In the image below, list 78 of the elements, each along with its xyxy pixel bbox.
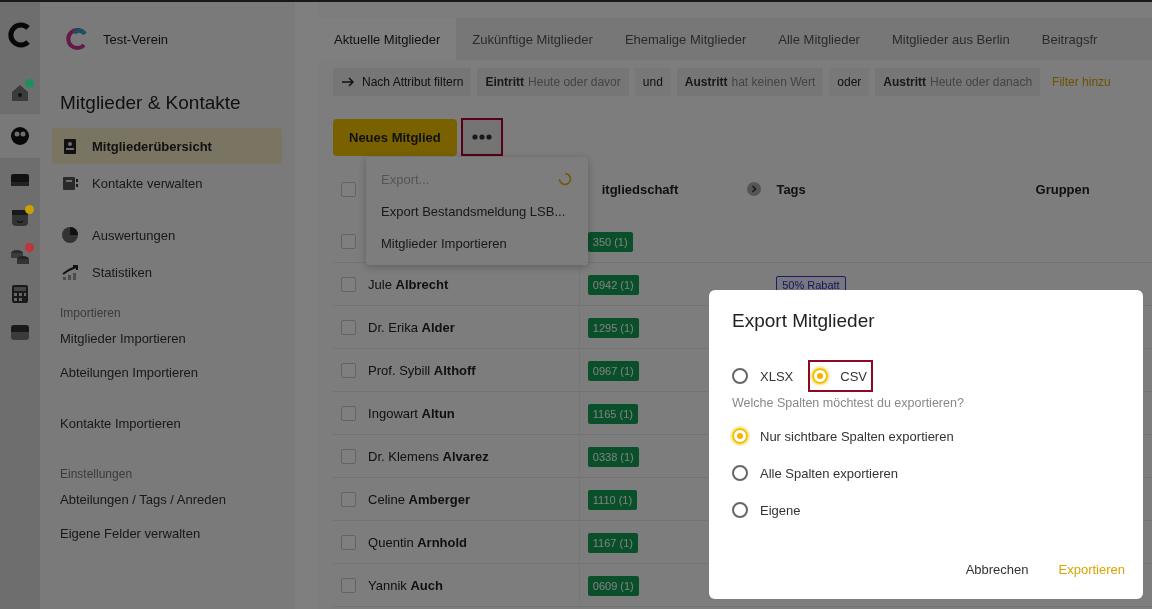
column-header: Tags	[776, 181, 807, 197]
member-name[interactable]: Celine Amberger	[368, 491, 470, 507]
membership-badge: 1167 (1)	[587, 532, 638, 553]
member-name[interactable]: Prof. Sybill Althoff	[368, 362, 476, 378]
filter-operator[interactable]: oder	[829, 68, 870, 96]
checkbox[interactable]	[341, 491, 357, 507]
member-name[interactable]: Jule Albrecht	[368, 276, 449, 292]
checkbox[interactable]	[341, 181, 357, 197]
membership-badge: 1110 (1)	[587, 489, 638, 510]
column-option-radio[interactable]: Alle Spalten exportieren	[730, 457, 1121, 489]
column-option-radio[interactable]: Nur sichtbare Spalten exportieren	[730, 420, 1121, 452]
membership-badge: 0609 (1)	[587, 575, 639, 596]
checkbox[interactable]	[341, 405, 357, 421]
filter-operator[interactable]: und	[634, 68, 671, 96]
member-name[interactable]: Yannik Auch	[368, 577, 443, 593]
membership-badge: 1165 (1)	[587, 403, 638, 424]
club-logo-icon	[65, 27, 89, 51]
format-radio[interactable]: CSV	[808, 360, 873, 392]
calculator-icon	[9, 283, 31, 305]
address-book-icon	[61, 174, 79, 192]
nav-item[interactable]: Auswertungen	[52, 217, 282, 253]
sidebar-link[interactable]: Abteilungen Importieren	[60, 365, 282, 380]
membership-badge: 1295 (1)	[587, 317, 639, 338]
membership-badge: 0967 (1)	[587, 360, 639, 381]
membership-badge: 0942 (1)	[587, 274, 639, 295]
sidebar-link[interactable]: Abteilungen / Tags / Anreden	[60, 492, 282, 507]
chevron-right-icon	[747, 182, 762, 196]
export-button[interactable]: Exportieren	[1050, 556, 1133, 583]
more-icon	[471, 134, 492, 140]
tab[interactable]: Beitragsfr	[1025, 18, 1114, 60]
checkbox[interactable]	[341, 233, 357, 249]
member-name[interactable]: Quentin Arnhold	[368, 534, 468, 550]
checkbox[interactable]	[341, 448, 357, 464]
nav-item[interactable]: Statistiken	[52, 254, 282, 290]
member-name[interactable]: Dr. Klemens Alvarez	[368, 448, 489, 464]
tab[interactable]: Aktuelle Mitglieder	[318, 18, 457, 60]
sidebar-link[interactable]: Eigene Felder verwalten	[60, 526, 282, 541]
member-name[interactable]: Dr. Erika Alder	[368, 319, 455, 335]
checkbox[interactable]	[341, 534, 357, 550]
column-header: itgliedschaft	[600, 181, 680, 197]
tab[interactable]: Ehemalige Mitglieder	[608, 18, 763, 60]
pie-chart-icon	[61, 226, 79, 244]
id-card-icon	[61, 137, 79, 155]
format-radio[interactable]: XLSX	[730, 360, 799, 392]
column-header: Gruppen	[1035, 181, 1091, 197]
section-title: Mitglieder & Kontakte	[60, 92, 242, 114]
cancel-button[interactable]: Abbrechen	[957, 556, 1037, 583]
filter-button[interactable]: Nach Attribut filtern	[333, 68, 472, 96]
spinner-icon	[558, 172, 572, 186]
dialog-question: Welche Spalten möchtest du exportieren?	[732, 396, 965, 410]
club-name: Test-Verein	[103, 31, 169, 47]
new-member-button[interactable]: Neues Mitglied	[333, 118, 457, 156]
checkbox[interactable]	[341, 577, 357, 593]
menu-item[interactable]: Mitglieder Importieren	[366, 227, 588, 259]
section-heading: Einstellungen	[59, 467, 134, 481]
dialog-title: Export Mitglieder	[732, 310, 876, 332]
people-icon	[9, 125, 31, 147]
trend-chart-icon	[61, 263, 79, 281]
membership-badge: 350 (1)	[587, 231, 633, 252]
sidebar-link[interactable]: Mitglieder Importieren	[60, 331, 282, 346]
membership-badge: 0338 (1)	[587, 446, 639, 467]
column-option-radio[interactable]: Eigene	[730, 494, 1121, 526]
sidebar-link[interactable]: Kontakte Importieren	[60, 416, 282, 431]
member-name[interactable]: Ingowart Altun	[368, 405, 455, 421]
tab[interactable]: Mitglieder aus Berlin	[875, 18, 1026, 60]
more-button[interactable]	[460, 118, 503, 156]
nav-item[interactable]: Mitgliederübersicht	[52, 128, 282, 164]
checkbox[interactable]	[341, 362, 357, 378]
section-heading: Importieren	[59, 306, 122, 320]
tab[interactable]: Zukünftige Mitglieder	[456, 18, 609, 60]
tab[interactable]: Alle Mitglieder	[762, 18, 876, 60]
arrow-right-icon	[341, 76, 355, 88]
menu-item[interactable]: Export Bestandsmeldung LSB...	[366, 195, 588, 227]
checkbox[interactable]	[341, 276, 357, 292]
nav-item[interactable]: Kontakte verwalten	[52, 165, 282, 201]
checkbox[interactable]	[341, 319, 357, 335]
face-icon	[9, 207, 31, 229]
logo-icon	[7, 22, 33, 48]
